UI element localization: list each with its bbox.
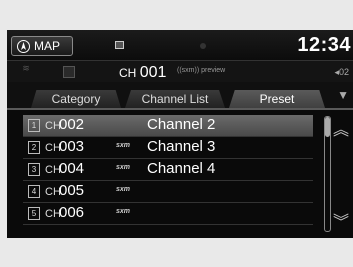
channel-name: Channel 4 (147, 160, 216, 177)
preset-list: 1 CH 002 Channel 2 2 CH 003 sxm Channel … (23, 115, 313, 225)
double-chevron-up-icon[interactable]: ︽ (333, 116, 349, 140)
preset-index: 4 (28, 185, 40, 198)
preset-index: 1 (28, 119, 40, 132)
tab-underline (7, 108, 353, 110)
channel-number: 006 (59, 204, 85, 221)
channel-name: Channel 2 (147, 116, 216, 133)
channel-prefix: CH (119, 66, 137, 80)
tab-channel-list[interactable]: Channel List (125, 90, 225, 108)
sxm-preview-badge: ((sxm)) preview (177, 67, 226, 74)
sxm-logo-icon: sxm (116, 186, 131, 193)
tab-bar: Category Channel List Preset ▼ (7, 82, 353, 108)
double-chevron-down-icon[interactable]: ︾ (333, 208, 349, 232)
list-item[interactable]: 4 CH 005 sxm (23, 181, 313, 203)
list-item[interactable]: 5 CH 006 sxm (23, 203, 313, 225)
status-dot-icon (200, 43, 206, 49)
audio-screen: MAP 12:34 ≋ CH 001 ((sxm)) preview ◂02 C… (7, 30, 353, 238)
compass-icon (17, 40, 30, 53)
list-item[interactable]: 1 CH 002 Channel 2 (23, 115, 313, 137)
tab-category[interactable]: Category (31, 90, 121, 108)
top-bar: MAP 12:34 (7, 30, 353, 60)
preset-index: 3 (28, 163, 40, 176)
channel-number: 004 (59, 160, 85, 177)
signal-icon: ≋ (22, 63, 30, 73)
sxm-logo-icon: sxm (116, 164, 131, 171)
channel-number: 002 (59, 116, 85, 133)
tab-preset[interactable]: Preset (229, 90, 325, 108)
chevron-down-icon[interactable]: ▼ (337, 88, 349, 102)
source-icon (63, 66, 75, 78)
list-item[interactable]: 2 CH 003 sxm Channel 3 (23, 137, 313, 159)
preset-index: 5 (28, 207, 40, 220)
map-label: MAP (34, 39, 61, 53)
channel-name: Channel 3 (147, 138, 216, 155)
channel-number: 003 (59, 138, 85, 155)
sxm-logo-icon: sxm (116, 142, 131, 149)
volume-level: 02 (338, 67, 349, 77)
clock: 12:34 (297, 34, 351, 56)
scrollbar-thumb[interactable] (325, 117, 330, 137)
current-channel: CH 001 (119, 64, 166, 82)
sxm-logo-icon: sxm (116, 208, 131, 215)
volume-indicator: ◂02 (334, 67, 349, 77)
channel-number: 001 (139, 64, 167, 81)
channel-number: 005 (59, 182, 85, 199)
preset-index: 2 (28, 141, 40, 154)
scrollbar[interactable] (324, 116, 331, 232)
map-button[interactable]: MAP (11, 36, 73, 56)
status-bar: ≋ CH 001 ((sxm)) preview ◂02 (7, 60, 353, 83)
list-item[interactable]: 3 CH 004 sxm Channel 4 (23, 159, 313, 181)
picture-icon (115, 41, 124, 49)
